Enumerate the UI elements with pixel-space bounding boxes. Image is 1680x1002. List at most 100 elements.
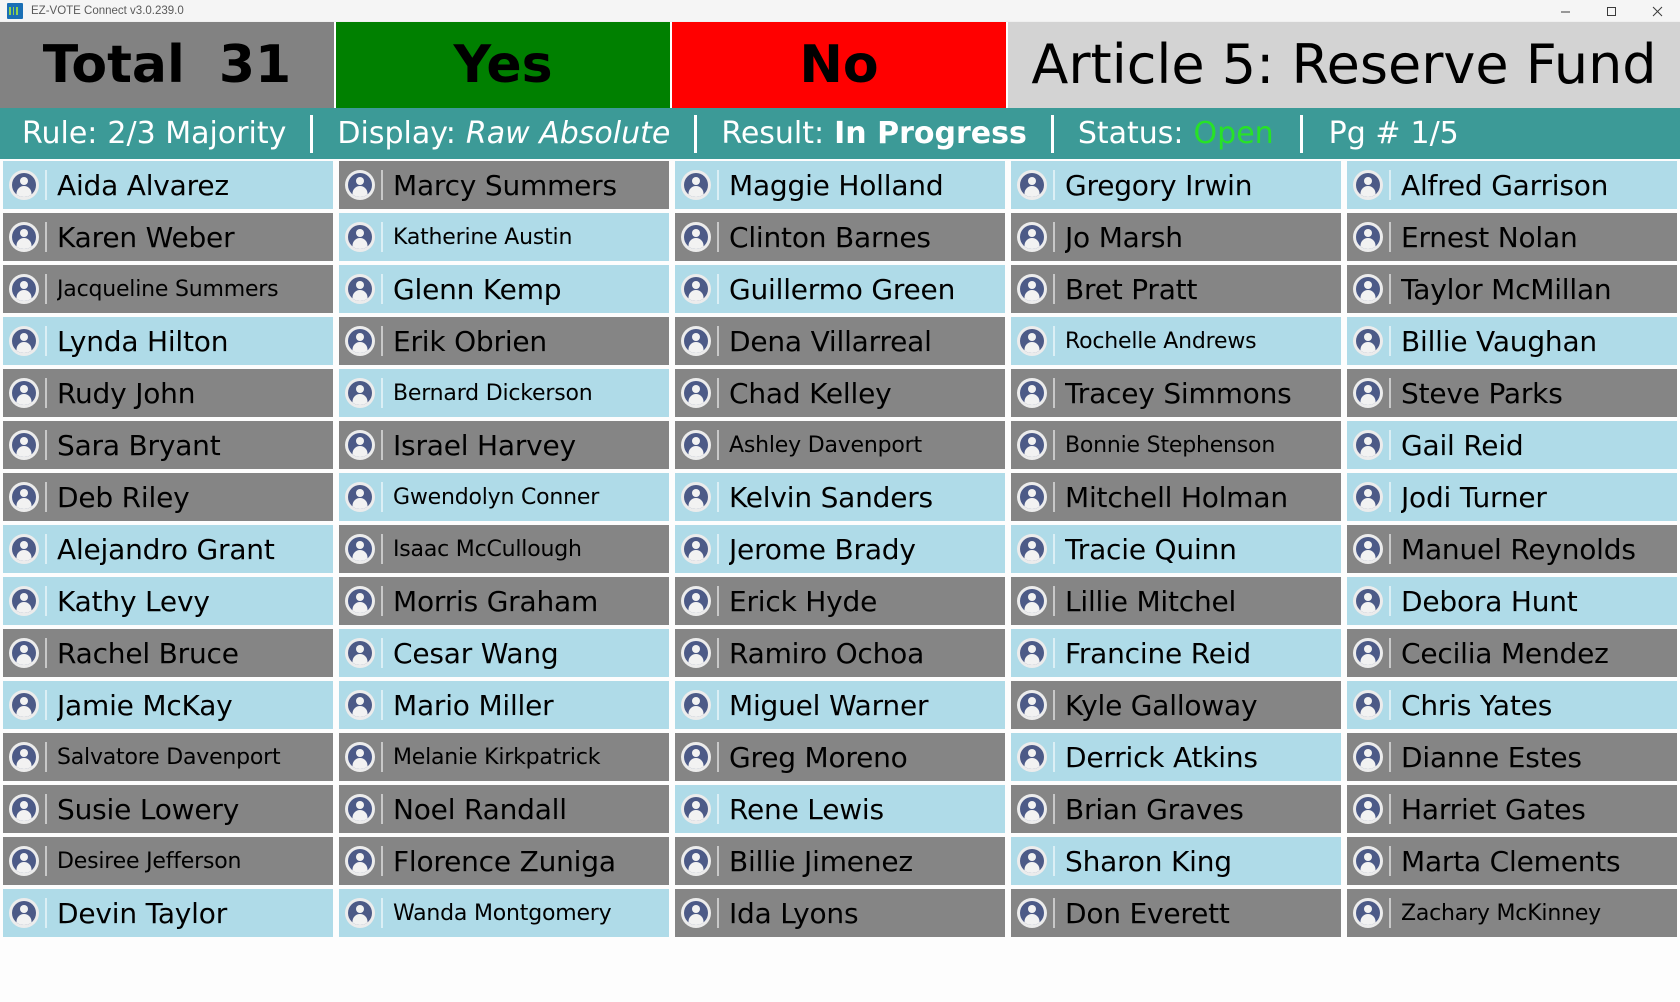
participant-cell[interactable]: Guillermo Green (675, 265, 1005, 313)
participant-cell[interactable]: Marcy Summers (339, 161, 669, 209)
participant-cell[interactable]: Kathy Levy (3, 577, 333, 625)
participant-cell[interactable]: Tracie Quinn (1011, 525, 1341, 573)
participant-cell[interactable]: Desiree Jefferson (3, 837, 333, 885)
participant-cell[interactable]: Lillie Mitchel (1011, 577, 1341, 625)
participant-cell[interactable]: Isaac McCullough (339, 525, 669, 573)
participant-cell[interactable]: Lynda Hilton (3, 317, 333, 365)
participant-cell[interactable]: Wanda Montgomery (339, 889, 669, 937)
participant-cell[interactable]: Francine Reid (1011, 629, 1341, 677)
participant-cell[interactable]: Bonnie Stephenson (1011, 421, 1341, 469)
participant-cell[interactable]: Brian Graves (1011, 785, 1341, 833)
participant-name: Rochelle Andrews (1065, 328, 1257, 354)
participant-cell[interactable]: Deb Riley (3, 473, 333, 521)
participant-cell[interactable]: Sara Bryant (3, 421, 333, 469)
participant-cell[interactable]: Ashley Davenport (675, 421, 1005, 469)
cell-divider (381, 274, 383, 304)
participant-cell[interactable]: Ramiro Ochoa (675, 629, 1005, 677)
participant-cell[interactable]: Taylor McMillan (1347, 265, 1677, 313)
participant-cell[interactable]: Rachel Bruce (3, 629, 333, 677)
participant-cell[interactable]: Israel Harvey (339, 421, 669, 469)
participant-cell[interactable]: Jacqueline Summers (3, 265, 333, 313)
participant-cell[interactable]: Manuel Reynolds (1347, 525, 1677, 573)
participant-cell[interactable]: Alfred Garrison (1347, 161, 1677, 209)
participant-cell[interactable]: Rene Lewis (675, 785, 1005, 833)
participant-cell[interactable]: Chris Yates (1347, 681, 1677, 729)
participant-cell[interactable]: Harriet Gates (1347, 785, 1677, 833)
participant-cell[interactable]: Rochelle Andrews (1011, 317, 1341, 365)
participant-cell[interactable]: Salvatore Davenport (3, 733, 333, 781)
participant-cell[interactable]: Alejandro Grant (3, 525, 333, 573)
participant-cell[interactable]: Maggie Holland (675, 161, 1005, 209)
person-avatar-icon (1353, 586, 1383, 616)
avatar-glyph (684, 901, 708, 925)
cell-divider (717, 846, 719, 876)
person-avatar-icon (1353, 326, 1383, 356)
participant-cell[interactable]: Cecilia Mendez (1347, 629, 1677, 677)
maximize-icon[interactable] (1588, 0, 1634, 22)
cell-divider (1389, 794, 1391, 824)
status-badge: Open (1193, 116, 1274, 151)
participant-name: Taylor McMillan (1401, 272, 1612, 306)
participant-name: Marta Clements (1401, 844, 1621, 878)
participant-cell[interactable]: Bret Pratt (1011, 265, 1341, 313)
participant-cell[interactable]: Kelvin Sanders (675, 473, 1005, 521)
participant-cell[interactable]: Mario Miller (339, 681, 669, 729)
participant-cell[interactable]: Aida Alvarez (3, 161, 333, 209)
participant-cell[interactable]: Jodi Turner (1347, 473, 1677, 521)
participant-cell[interactable]: Zachary McKinney (1347, 889, 1677, 937)
participant-cell[interactable]: Gwendolyn Conner (339, 473, 669, 521)
participant-cell[interactable]: Derrick Atkins (1011, 733, 1341, 781)
cell-divider (717, 378, 719, 408)
participant-cell[interactable]: Steve Parks (1347, 369, 1677, 417)
page-label: Pg # (1328, 116, 1401, 151)
participant-cell[interactable]: Clinton Barnes (675, 213, 1005, 261)
participant-cell[interactable]: Jerome Brady (675, 525, 1005, 573)
participant-cell[interactable]: Dianne Estes (1347, 733, 1677, 781)
participant-name: Alejandro Grant (57, 532, 275, 566)
participant-cell[interactable]: Marta Clements (1347, 837, 1677, 885)
avatar-glyph (1020, 849, 1044, 873)
participant-cell[interactable]: Don Everett (1011, 889, 1341, 937)
participant-cell[interactable]: Ernest Nolan (1347, 213, 1677, 261)
participant-cell[interactable]: Billie Vaughan (1347, 317, 1677, 365)
participant-cell[interactable]: Gail Reid (1347, 421, 1677, 469)
person-avatar-icon (1353, 534, 1383, 564)
minimize-icon[interactable] (1542, 0, 1588, 22)
participant-cell[interactable]: Noel Randall (339, 785, 669, 833)
participant-cell[interactable]: Debora Hunt (1347, 577, 1677, 625)
participant-cell[interactable]: Mitchell Holman (1011, 473, 1341, 521)
participant-cell[interactable]: Karen Weber (3, 213, 333, 261)
participant-cell[interactable]: Tracey Simmons (1011, 369, 1341, 417)
participant-cell[interactable]: Kyle Galloway (1011, 681, 1341, 729)
participant-cell[interactable]: Cesar Wang (339, 629, 669, 677)
participant-cell[interactable]: Sharon King (1011, 837, 1341, 885)
person-avatar-icon (1017, 378, 1047, 408)
participant-cell[interactable]: Rudy John (3, 369, 333, 417)
participant-cell[interactable]: Ida Lyons (675, 889, 1005, 937)
participant-cell[interactable]: Dena Villarreal (675, 317, 1005, 365)
close-icon[interactable] (1634, 0, 1680, 22)
participant-cell[interactable]: Melanie Kirkpatrick (339, 733, 669, 781)
avatar-glyph (348, 901, 372, 925)
avatar-glyph (348, 745, 372, 769)
participant-cell[interactable]: Morris Graham (339, 577, 669, 625)
avatar-glyph (348, 433, 372, 457)
participant-cell[interactable]: Gregory Irwin (1011, 161, 1341, 209)
person-avatar-icon (1017, 482, 1047, 512)
participant-cell[interactable]: Miguel Warner (675, 681, 1005, 729)
participant-cell[interactable]: Jamie McKay (3, 681, 333, 729)
participant-cell[interactable]: Glenn Kemp (339, 265, 669, 313)
participant-cell[interactable]: Erik Obrien (339, 317, 669, 365)
participant-name: Marcy Summers (393, 168, 617, 202)
participant-cell[interactable]: Billie Jimenez (675, 837, 1005, 885)
participant-cell[interactable]: Bernard Dickerson (339, 369, 669, 417)
participant-cell[interactable]: Jo Marsh (1011, 213, 1341, 261)
participant-cell[interactable]: Devin Taylor (3, 889, 333, 937)
participant-cell[interactable]: Florence Zuniga (339, 837, 669, 885)
participant-name: Kathy Levy (57, 584, 210, 618)
participant-cell[interactable]: Erick Hyde (675, 577, 1005, 625)
participant-cell[interactable]: Chad Kelley (675, 369, 1005, 417)
participant-cell[interactable]: Susie Lowery (3, 785, 333, 833)
participant-cell[interactable]: Greg Moreno (675, 733, 1005, 781)
participant-cell[interactable]: Katherine Austin (339, 213, 669, 261)
